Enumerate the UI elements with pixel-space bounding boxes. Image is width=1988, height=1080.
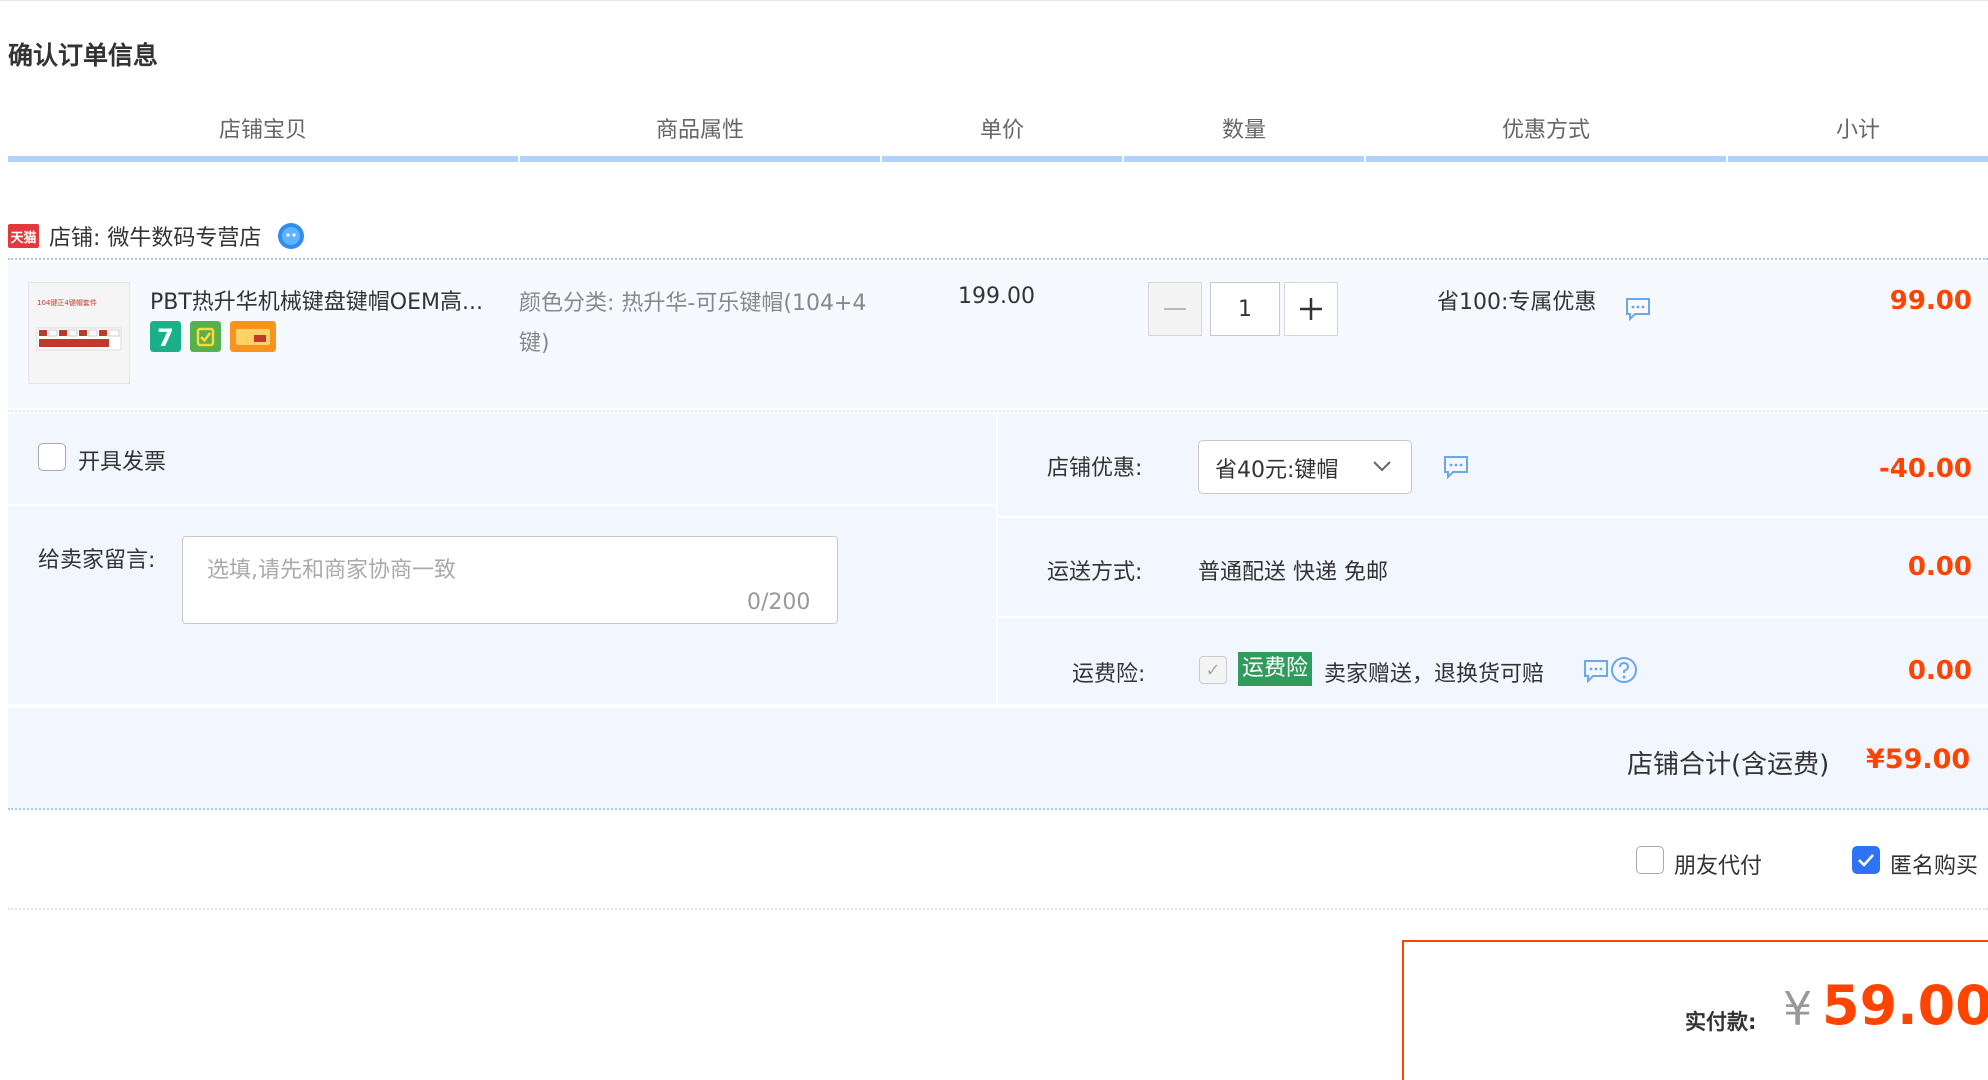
shop-total-value: ¥59.00	[1866, 744, 1971, 775]
options-divider	[8, 908, 1988, 910]
seven-day-return-icon: 7	[150, 321, 181, 352]
item-promotion: 省100:专属优惠	[1437, 290, 1597, 315]
col-header-subtotal: 小计	[1728, 118, 1988, 162]
payment-amount: 59.00	[1822, 974, 1988, 1037]
col-header-unit-price: 单价	[882, 118, 1122, 162]
insurance-amount: 0.00	[1907, 656, 1972, 686]
extras-right-divider-1	[998, 516, 1988, 518]
message-placeholder: 选填,请先和商家协商一致	[207, 558, 456, 583]
shop-discount-selected: 省40元:键帽	[1215, 458, 1339, 483]
credit-card-icon	[230, 321, 276, 352]
invoice-label: 开具发票	[78, 450, 167, 475]
checkmark-icon	[1858, 854, 1874, 867]
quantity-input[interactable]: 1	[1210, 282, 1280, 336]
col-header-item: 店铺宝贝	[8, 118, 518, 162]
col-header-quantity: 数量	[1124, 118, 1364, 162]
extras-left-divider	[8, 504, 996, 506]
shop-discount-amount: -40.00	[1878, 454, 1972, 484]
col-header-discount: 优惠方式	[1366, 118, 1726, 162]
plus-icon	[1300, 298, 1322, 320]
anonymous-purchase-checkbox[interactable]	[1852, 846, 1880, 874]
shop-discount-label: 店铺优惠:	[1047, 456, 1143, 481]
shop-total-label: 店铺合计(含运费)	[1627, 750, 1830, 780]
shop-row: 天猫 店铺: 微牛数码专营店	[8, 216, 307, 256]
product-attributes: 颜色分类: 热升华-可乐键帽(104+4键)	[519, 284, 889, 364]
payment-currency: ¥	[1783, 982, 1813, 1036]
extras-vertical-divider	[996, 414, 998, 704]
product-thumbnail[interactable]: 104键正4键帽套件	[28, 282, 130, 384]
insurance-label: 运费险:	[1072, 662, 1146, 687]
unit-price: 199.00	[958, 284, 1035, 309]
quantity-increase-button[interactable]	[1284, 282, 1338, 336]
friend-pay-checkbox[interactable]	[1636, 846, 1664, 874]
quantity-decrease-button[interactable]	[1148, 282, 1202, 336]
message-char-counter: 0/200	[747, 590, 811, 615]
page-title: 确认订单信息	[8, 41, 159, 70]
invoice-checkbox[interactable]	[38, 443, 66, 471]
tmall-badge: 天猫	[8, 224, 39, 248]
top-divider	[0, 0, 1988, 1]
minus-icon	[1164, 308, 1186, 310]
item-subtotal: 99.00	[1889, 286, 1972, 316]
promo-chat-icon[interactable]	[1624, 296, 1652, 322]
discount-chat-icon[interactable]	[1442, 454, 1470, 480]
chevron-down-icon	[1373, 461, 1391, 472]
shop-divider	[8, 258, 1988, 260]
insurance-chat-icon[interactable]	[1582, 658, 1610, 684]
anonymous-purchase-label: 匿名购买	[1890, 854, 1979, 879]
shop-total-divider	[8, 808, 1988, 810]
wangwang-chat-icon[interactable]	[275, 220, 307, 252]
attr-label: 颜色分类:	[519, 291, 615, 316]
shop-name[interactable]: 店铺: 微牛数码专营店	[49, 220, 261, 252]
thumbnail-caption: 104键正4键帽套件	[37, 298, 97, 307]
col-header-attributes: 商品属性	[520, 118, 880, 162]
insurance-desc: 卖家赠送，退换货可赔	[1324, 662, 1545, 687]
friend-pay-label: 朋友代付	[1674, 854, 1763, 879]
insurance-checkbox: ✓	[1199, 656, 1227, 684]
extras-right-divider-2	[998, 616, 1988, 618]
message-label: 给卖家留言:	[38, 548, 156, 573]
item-divider	[8, 410, 1988, 412]
shipping-label: 运送方式:	[1047, 560, 1143, 585]
help-icon[interactable]	[1610, 656, 1638, 684]
insurance-tag: 运费险	[1238, 652, 1313, 686]
product-title[interactable]: PBT热升华机械键盘键帽OEM高...	[150, 284, 483, 316]
payment-label: 实付款:	[1685, 1010, 1757, 1034]
guarantee-icon	[190, 321, 221, 352]
svg-text:7: 7	[157, 324, 174, 352]
shipping-value: 普通配送 快递 免邮	[1198, 560, 1388, 585]
shipping-amount: 0.00	[1907, 552, 1972, 582]
